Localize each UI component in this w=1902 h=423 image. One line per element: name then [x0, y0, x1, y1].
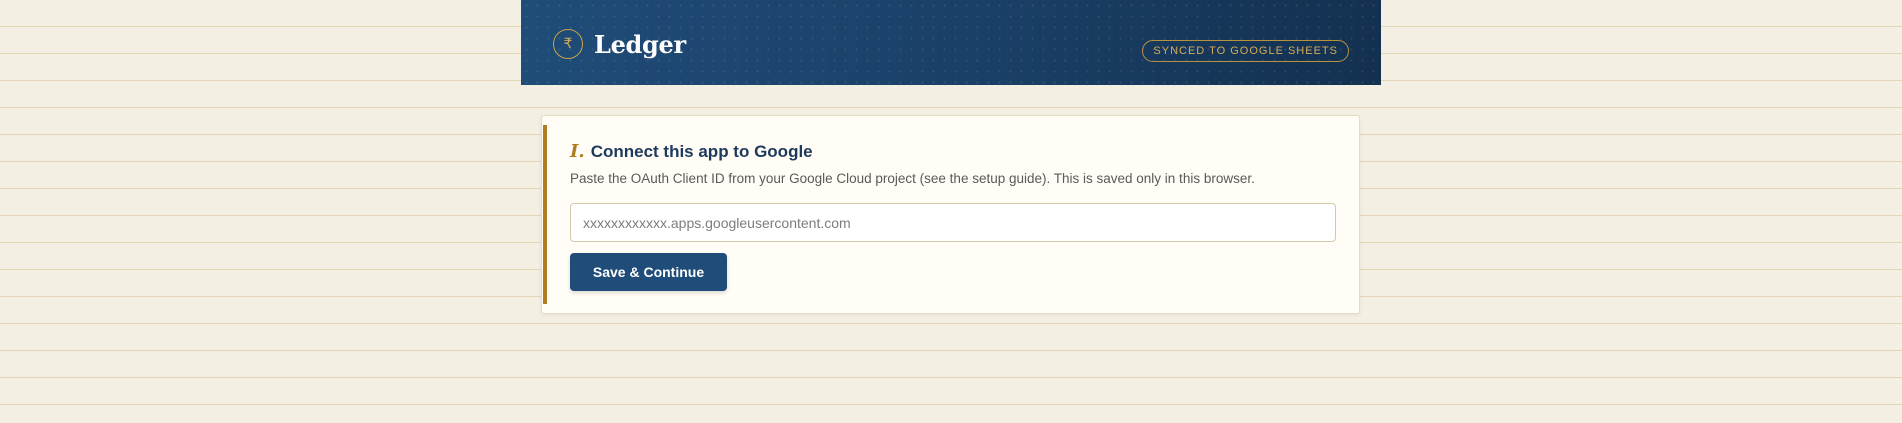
card-description: Paste the OAuth Client ID from your Goog…	[570, 171, 1255, 186]
sync-status-badge: SYNCED TO GOOGLE SHEETS	[1142, 40, 1349, 62]
brand: ₹ Ledger	[553, 29, 686, 59]
app-header: ₹ Ledger SYNCED TO GOOGLE SHEETS	[521, 0, 1381, 85]
card-title-text: Connect this app to Google	[590, 142, 813, 161]
client-id-input[interactable]	[570, 203, 1336, 242]
connect-google-card: I. Connect this app to Google Paste the …	[541, 115, 1360, 314]
step-number: I.	[570, 141, 585, 162]
card-accent-bar	[543, 125, 547, 304]
rupee-icon: ₹	[553, 29, 583, 59]
save-continue-button[interactable]: Save & Continue	[570, 253, 727, 291]
card-title: I. Connect this app to Google	[570, 141, 813, 162]
brand-title: Ledger	[594, 29, 686, 59]
